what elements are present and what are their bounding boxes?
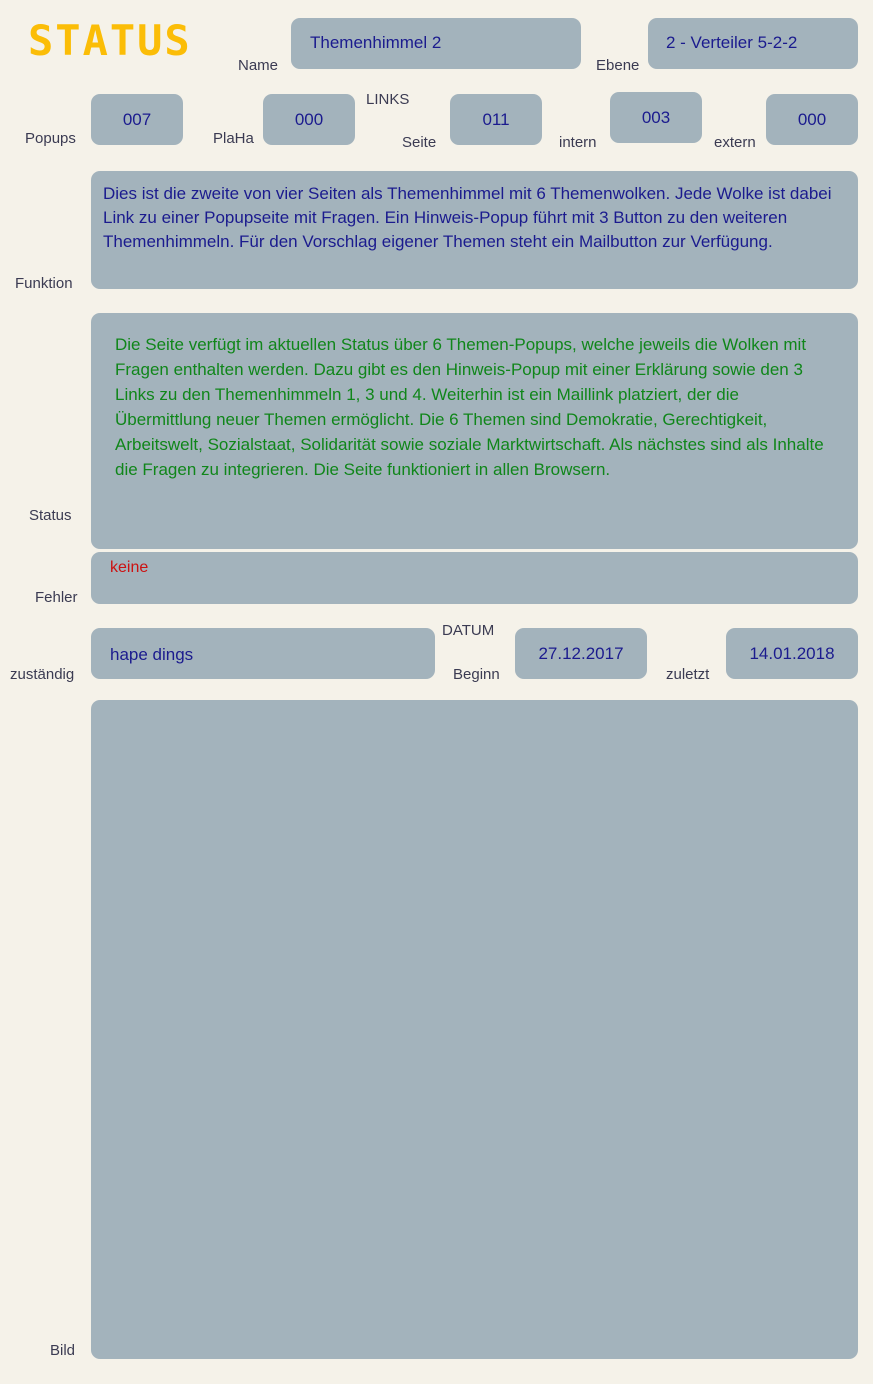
status-sheet: STATUS Themenhimmel 2 Name 2 - Verteiler… bbox=[0, 0, 873, 1384]
bild-field[interactable] bbox=[91, 700, 858, 1359]
popups-field[interactable]: 007 bbox=[91, 94, 183, 145]
name-label: Name bbox=[238, 57, 279, 74]
beginn-field[interactable]: 27.12.2017 bbox=[515, 628, 647, 679]
funktion-label: Funktion bbox=[15, 275, 73, 292]
bild-label: Bild bbox=[50, 1342, 76, 1359]
fehler-field[interactable]: keine bbox=[91, 552, 858, 604]
intern-field[interactable]: 003 bbox=[610, 92, 702, 143]
status-text: Die Seite verfügt im aktuellen Status üb… bbox=[115, 335, 824, 479]
zuletzt-field[interactable]: 14.01.2018 bbox=[726, 628, 858, 679]
datum-group-label: DATUM bbox=[442, 622, 495, 639]
seite-label: Seite bbox=[402, 134, 437, 151]
intern-label: intern bbox=[559, 134, 597, 151]
page-title: STATUS bbox=[28, 16, 192, 65]
zuletzt-value: 14.01.2018 bbox=[749, 644, 835, 663]
beginn-label: Beginn bbox=[453, 666, 500, 683]
plaha-label: PlaHa bbox=[213, 130, 254, 147]
beginn-value: 27.12.2017 bbox=[538, 644, 624, 663]
seite-field[interactable]: 011 bbox=[450, 94, 542, 145]
popups-label: Popups bbox=[25, 130, 76, 147]
extern-field[interactable]: 000 bbox=[766, 94, 858, 145]
ebene-label: Ebene bbox=[596, 57, 640, 74]
extern-label: extern bbox=[714, 134, 756, 151]
extern-value: 000 bbox=[797, 110, 827, 129]
zustaendig-label: zuständig bbox=[10, 666, 75, 683]
zustaendig-value: hape dings bbox=[110, 645, 194, 664]
zuletzt-label: zuletzt bbox=[666, 666, 710, 683]
name-field[interactable]: Themenhimmel 2 bbox=[291, 18, 581, 69]
plaha-value: 000 bbox=[294, 110, 324, 129]
fehler-text: keine bbox=[110, 559, 149, 576]
popups-value: 007 bbox=[122, 110, 152, 129]
status-label: Status bbox=[29, 507, 72, 524]
name-value: Themenhimmel 2 bbox=[310, 33, 442, 52]
seite-value: 011 bbox=[482, 110, 510, 129]
ebene-value: 2 - Verteiler 5-2-2 bbox=[666, 33, 798, 52]
status-field[interactable]: Die Seite verfügt im aktuellen Status üb… bbox=[91, 313, 858, 549]
funktion-field[interactable]: Dies ist die zweite von vier Seiten als … bbox=[91, 171, 858, 289]
fehler-label: Fehler bbox=[35, 589, 78, 606]
ebene-field[interactable]: 2 - Verteiler 5-2-2 bbox=[648, 18, 858, 69]
funktion-text: Dies ist die zweite von vier Seiten als … bbox=[103, 184, 832, 251]
plaha-field[interactable]: 000 bbox=[263, 94, 355, 145]
intern-value: 003 bbox=[641, 108, 671, 127]
links-group-label: LINKS bbox=[366, 91, 410, 108]
zustaendig-field[interactable]: hape dings bbox=[91, 628, 435, 679]
